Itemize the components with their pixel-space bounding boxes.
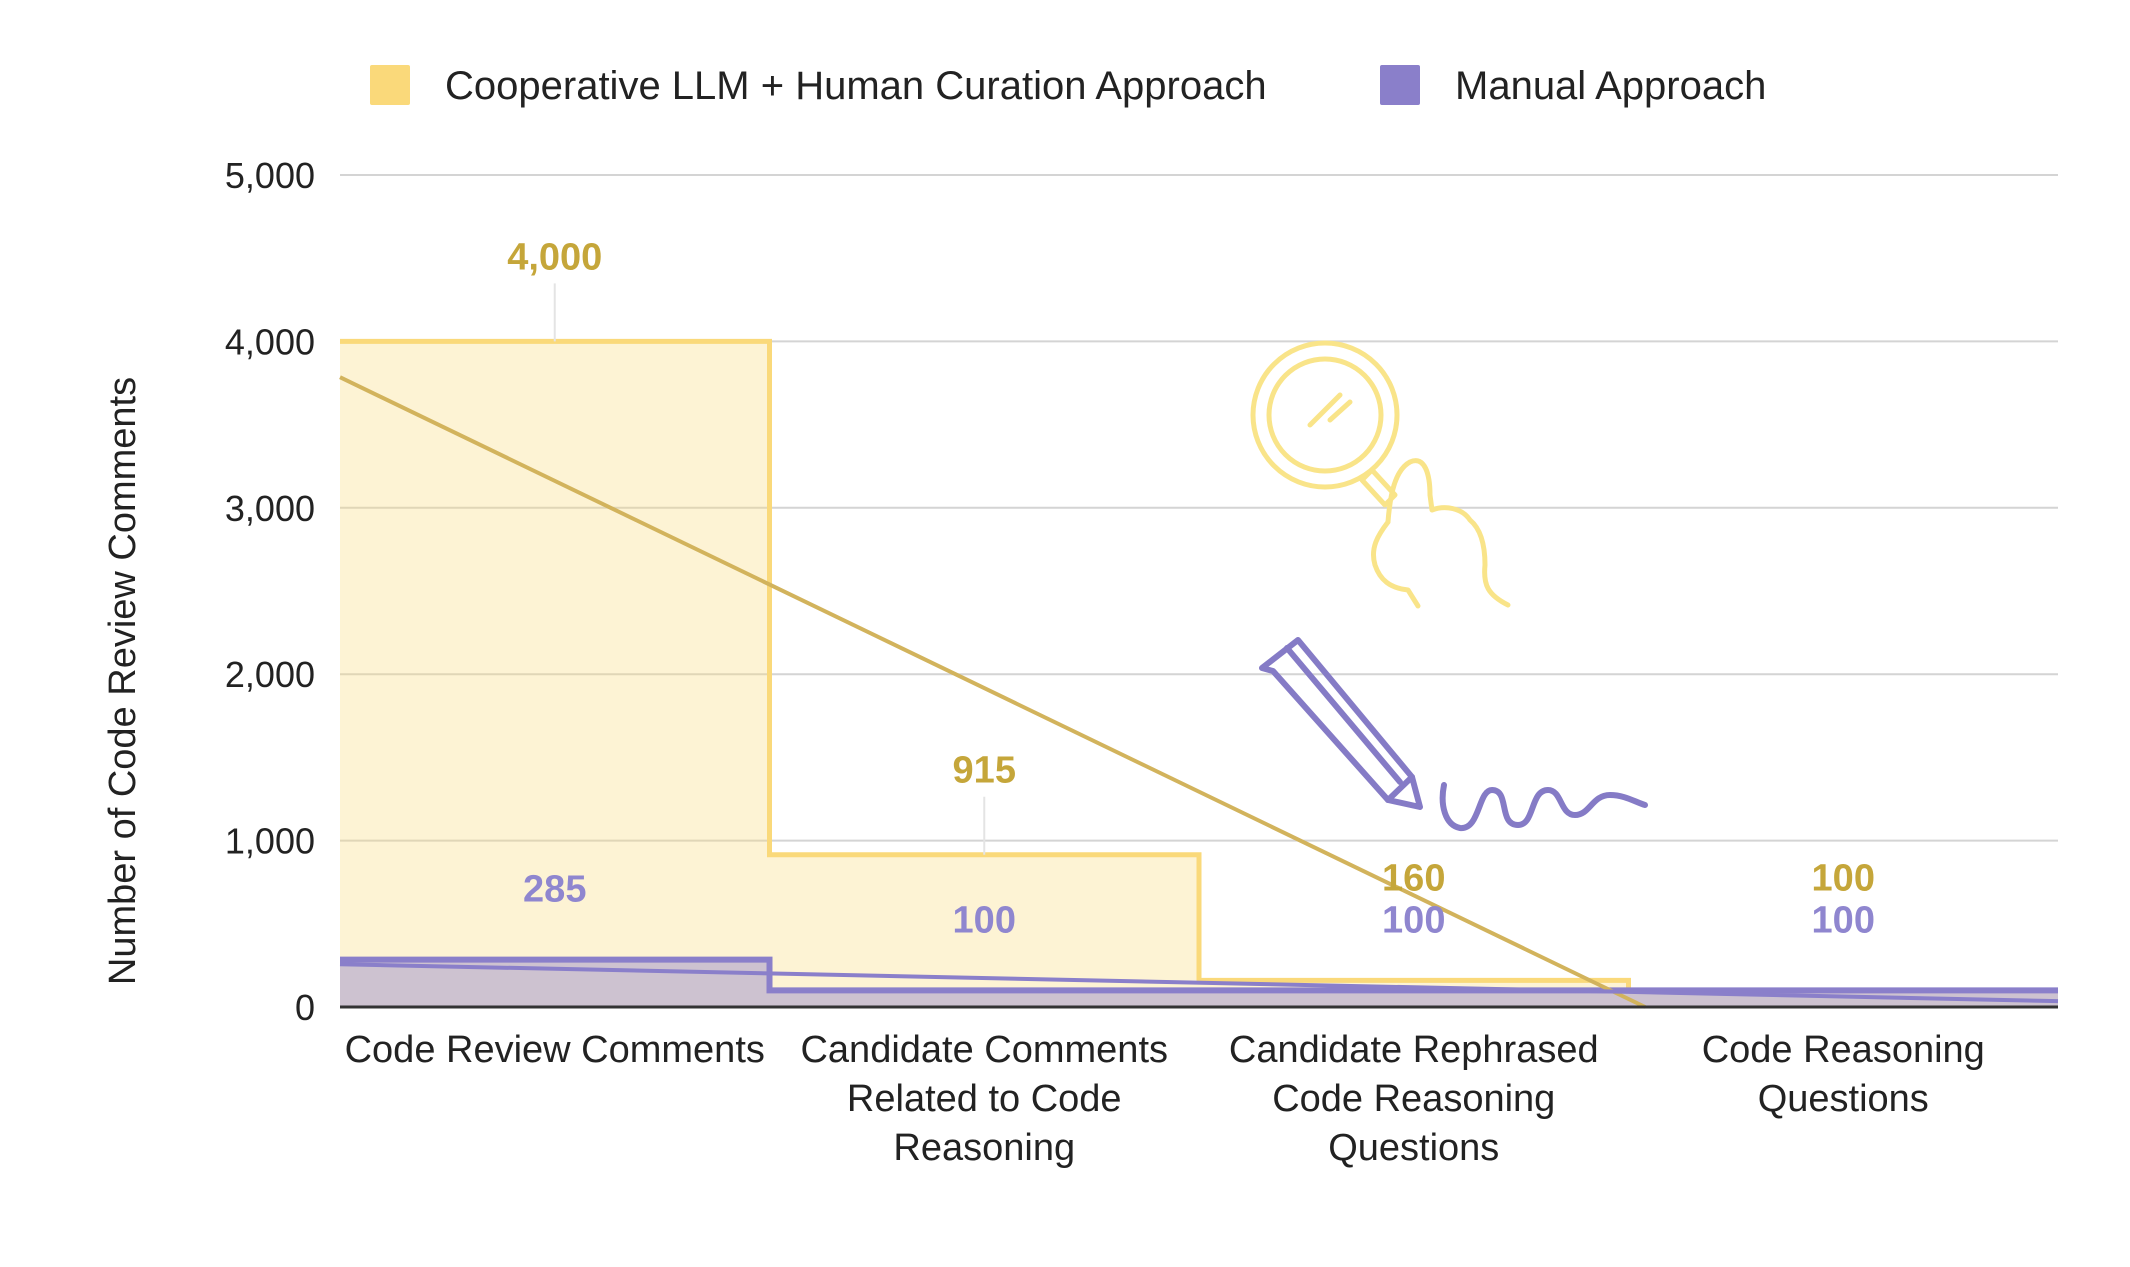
legend-swatch bbox=[370, 65, 410, 105]
legend-label: Manual Approach bbox=[1455, 64, 1766, 108]
chart-root: 0 1,000 2,000 3,000 4,000 5,000 Code Review Co… bbox=[0, 0, 2130, 1262]
data-label: 100 bbox=[1382, 899, 1445, 941]
data-label: 285 bbox=[523, 869, 586, 911]
y-tick-label: 3,000 bbox=[225, 488, 315, 529]
data-label: 100 bbox=[1812, 899, 1875, 941]
y-axis-title: Number of Code Review Comments bbox=[102, 377, 144, 985]
x-category-label: Candidate Rephrased Code Reasoning Questio… bbox=[1229, 1029, 1599, 1169]
data-label: 4,000 bbox=[507, 236, 602, 278]
x-category-label: Candidate Comments Related to Code Reasoni… bbox=[800, 1029, 1168, 1169]
x-category-label: Code Review Comments bbox=[345, 1029, 765, 1071]
data-label: 160 bbox=[1382, 857, 1445, 899]
y-tick-label: 0 bbox=[295, 987, 315, 1028]
magnifier-hand-icon bbox=[1250, 340, 1511, 609]
y-tick-label: 5,000 bbox=[225, 155, 315, 196]
y-tick-label: 2,000 bbox=[225, 654, 315, 695]
pencil-icon bbox=[1259, 637, 1648, 831]
legend-label: Cooperative LLM + Human Curation Approac… bbox=[445, 64, 1267, 108]
data-label: 100 bbox=[953, 899, 1016, 941]
x-category-label: Code Reasoning Questions bbox=[1702, 1029, 1985, 1120]
legend: Cooperative LLM + Human Curation Approac… bbox=[370, 64, 1766, 108]
data-label: 100 bbox=[1812, 857, 1875, 899]
y-tick-label: 4,000 bbox=[225, 321, 315, 362]
chart-svg: 0 1,000 2,000 3,000 4,000 5,000 Code Review Co… bbox=[102, 64, 2059, 1169]
legend-swatch bbox=[1380, 65, 1420, 105]
y-tick-label: 1,000 bbox=[225, 821, 315, 862]
data-label: 915 bbox=[953, 750, 1016, 792]
